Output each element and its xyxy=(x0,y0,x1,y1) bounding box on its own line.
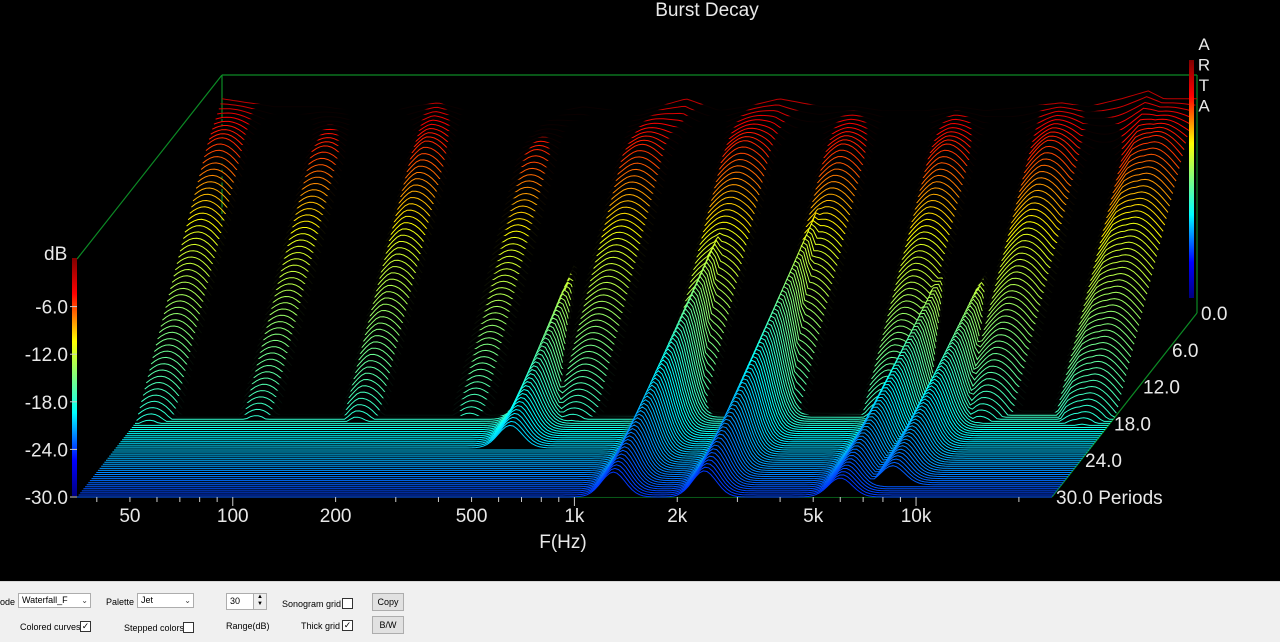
color-scale-bar-right xyxy=(1189,60,1194,298)
z-tick-label: 0.0 xyxy=(1201,304,1227,325)
y-tick-label: -24.0 xyxy=(25,440,68,461)
range-spinner[interactable]: 30 ▲ ▼ xyxy=(226,593,267,610)
control-toolbar: ode Waterfall_F ⌄ Palette Jet ⌄ 30 ▲ ▼ Ra… xyxy=(0,581,1280,642)
x-tick-label: 50 xyxy=(119,506,140,527)
chevron-down-icon: ⌄ xyxy=(184,596,191,605)
stepped-colors-checkbox[interactable] xyxy=(183,622,194,633)
color-scale-bar-left xyxy=(72,258,77,496)
x-tick-label: 200 xyxy=(320,506,352,527)
mode-select[interactable]: Waterfall_F ⌄ xyxy=(18,593,91,608)
thick-grid-label: Thick grid xyxy=(301,621,341,631)
x-tick-label: 5k xyxy=(803,506,824,527)
x-tick-label: 1k xyxy=(564,506,585,527)
z-tick-label: 18.0 xyxy=(1114,414,1151,435)
x-tick-label: 10k xyxy=(901,506,932,527)
x-tick-label: 500 xyxy=(456,506,488,527)
watermark-letter: A xyxy=(1198,35,1210,54)
x-axis-label: F(Hz) xyxy=(539,532,586,553)
waterfall-chart: Burst Decay dB -6.0-12.0-18.0-24.0-30.0 … xyxy=(0,0,1280,581)
y-tick-label: -18.0 xyxy=(25,393,68,414)
arta-watermark: ARTA xyxy=(1198,35,1210,116)
spinner-arrows-icon[interactable]: ▲ ▼ xyxy=(253,594,266,609)
chevron-down-icon: ⌄ xyxy=(81,596,88,605)
y-tick-label: -6.0 xyxy=(35,298,68,319)
x-axis-ticks: 50 100 200 500 1k 2k 5k 10k xyxy=(96,497,1020,527)
mode-label: ode xyxy=(0,597,16,607)
x-tick-label: 2k xyxy=(667,506,688,527)
colored-curves-checkbox[interactable]: ✓ xyxy=(80,621,91,632)
mode-select-value: Waterfall_F xyxy=(22,595,68,605)
range-label: Range(dB) xyxy=(226,621,270,631)
y-axis-ticks: -6.0 -12.0 -18.0 -24.0 -30.0 xyxy=(25,298,77,509)
z-tick-label: 12.0 xyxy=(1143,378,1180,399)
waterfall-curves xyxy=(77,90,1197,498)
palette-select-value: Jet xyxy=(141,595,154,605)
copy-button[interactable]: Copy xyxy=(372,593,404,611)
watermark-letter: T xyxy=(1199,76,1209,95)
chart-title: Burst Decay xyxy=(655,0,759,21)
x-tick-label: 100 xyxy=(217,506,249,527)
bw-button[interactable]: B/W xyxy=(372,616,404,634)
z-tick-label: 30.0 Periods xyxy=(1056,488,1163,509)
thick-grid-checkbox[interactable]: ✓ xyxy=(342,620,353,631)
sonogram-grid-checkbox[interactable] xyxy=(342,598,353,609)
z-tick-label: 6.0 xyxy=(1172,341,1198,362)
palette-label: Palette xyxy=(106,597,135,607)
palette-select[interactable]: Jet ⌄ xyxy=(137,593,194,608)
y-axis-label: dB xyxy=(44,244,67,265)
watermark-letter: A xyxy=(1198,97,1210,116)
range-spinner-value: 30 xyxy=(230,596,241,606)
y-tick-label: -12.0 xyxy=(25,345,68,366)
watermark-letter: R xyxy=(1198,56,1210,75)
z-tick-label: 24.0 xyxy=(1085,451,1122,472)
sonogram-grid-label: Sonogram grid xyxy=(282,599,342,609)
y-tick-label: -30.0 xyxy=(25,488,68,509)
colored-curves-label: Colored curves xyxy=(20,622,81,632)
stepped-colors-label: Stepped colors xyxy=(124,623,185,633)
